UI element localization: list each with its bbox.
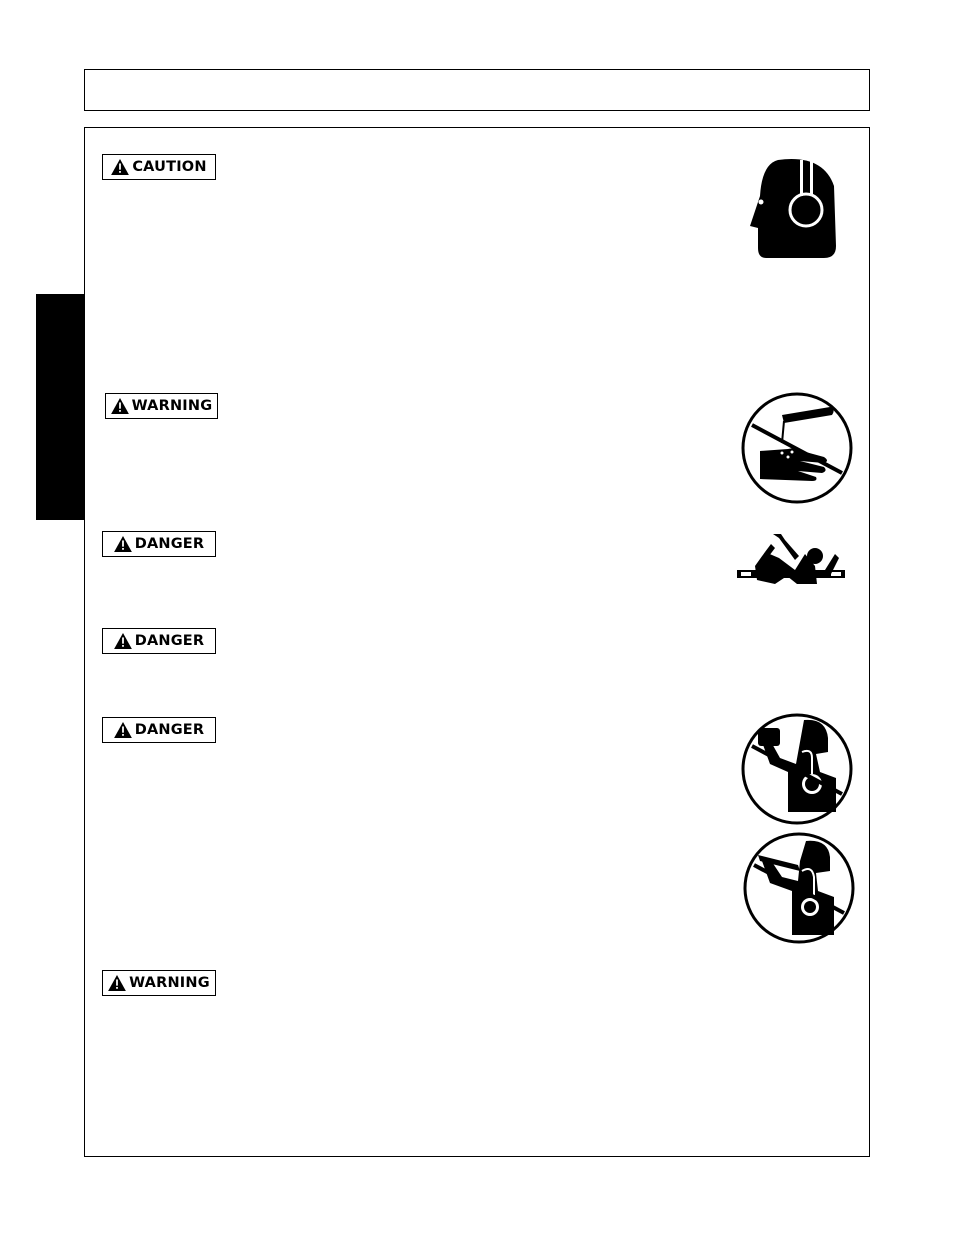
danger-signal-label-2: DANGER — [102, 628, 216, 654]
signal-word: DANGER — [134, 632, 205, 649]
warning-triangle-icon — [113, 536, 132, 552]
signal-word: WARNING — [129, 974, 210, 991]
warning-triangle-icon — [113, 633, 132, 649]
hearing-protection-icon — [750, 159, 836, 258]
signal-word: WARNING — [131, 397, 213, 414]
signal-word: DANGER — [134, 535, 205, 552]
warning-signal-label: WARNING — [105, 393, 218, 419]
no-chemical-on-hand-icon — [741, 392, 853, 504]
danger-signal-label-3: DANGER — [102, 717, 216, 743]
danger-signal-label-1: DANGER — [102, 531, 216, 557]
warning-signal-label-2: WARNING — [102, 970, 216, 996]
warning-triangle-icon — [108, 975, 127, 991]
warning-triangle-icon — [113, 722, 132, 738]
warning-triangle-icon — [111, 159, 130, 175]
caution-signal-label: CAUTION — [102, 154, 216, 180]
signal-word: CAUTION — [132, 158, 207, 175]
no-alcohol-icon — [743, 832, 855, 944]
section-side-tab — [36, 294, 84, 520]
page-header-box — [84, 69, 870, 111]
no-drugs-icon — [741, 713, 853, 825]
signal-word: DANGER — [134, 721, 205, 738]
entanglement-driveline-icon — [737, 534, 845, 584]
warning-triangle-icon — [110, 398, 129, 414]
